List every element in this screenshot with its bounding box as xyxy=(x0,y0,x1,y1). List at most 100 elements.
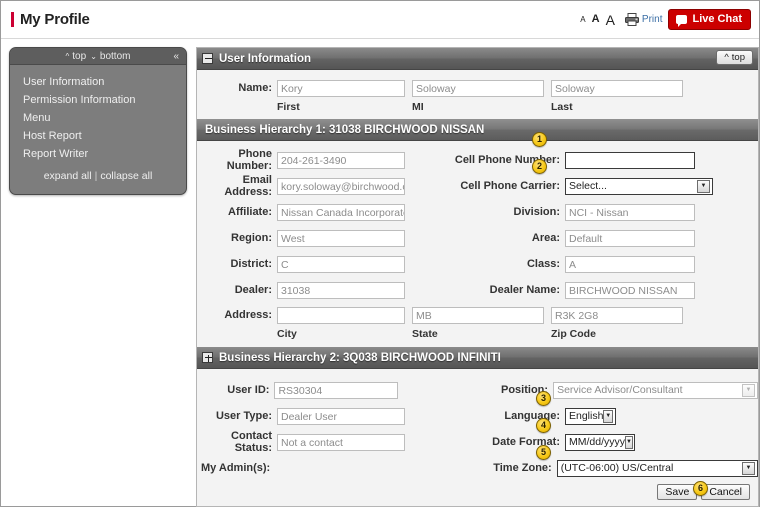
sidebar-header: ^ top ⌄ bottom « xyxy=(10,48,186,65)
zip-code-input[interactable]: R3K 2G8 xyxy=(551,306,683,324)
my-admins-label: My Admin(s): xyxy=(200,462,271,474)
user-type-input[interactable]: Dealer User xyxy=(277,407,405,425)
name-row: Name: Kory Soloway Soloway xyxy=(197,76,758,100)
city-input[interactable] xyxy=(277,306,405,324)
sidebar-items: User Information Permission Information … xyxy=(10,65,186,194)
font-size-small-button[interactable]: A xyxy=(580,15,585,24)
printer-icon xyxy=(624,13,639,26)
area-input[interactable]: Default xyxy=(565,229,695,247)
scroll-to-top-button[interactable]: ^ top xyxy=(716,50,753,65)
chevron-up-icon: ^ xyxy=(724,52,729,63)
cell-phone-carrier-value: Select... xyxy=(569,180,607,192)
phone-row: Phone Number: 204-261-3490 Cell Phone Nu… xyxy=(197,147,758,173)
font-size-medium-button[interactable]: A xyxy=(592,14,600,25)
affiliate-input[interactable]: Nissan Canada Incorporate xyxy=(277,203,405,221)
email-row: Email Address: kory.soloway@birchwood.c … xyxy=(197,173,758,199)
cancel-button[interactable]: Cancel xyxy=(701,484,750,500)
page-title: My Profile xyxy=(20,11,90,28)
phone-number-input[interactable]: 204-261-3490 xyxy=(277,151,405,169)
district-label: District: xyxy=(230,258,272,270)
callout-badge-6: 6 xyxy=(693,481,708,496)
date-format-select[interactable]: MM/dd/yyyy ▼ xyxy=(565,433,635,451)
district-row: District: C Class: A xyxy=(197,251,758,277)
affiliate-row: Affiliate: Nissan Canada Incorporate Div… xyxy=(197,199,758,225)
cell-phone-number-input[interactable] xyxy=(565,151,695,169)
section-header-hierarchy-2[interactable]: Business Hierarchy 2: 3Q038 BIRCHWOOD IN… xyxy=(197,347,758,369)
middle-initial-input[interactable]: Soloway xyxy=(412,79,544,97)
contact-status-label: Contact Status: xyxy=(231,430,272,454)
sidebar-bottom-link[interactable]: ⌄ bottom xyxy=(90,51,130,62)
zip-sub-label: Zip Code xyxy=(551,328,596,340)
position-label: Position: xyxy=(501,384,549,396)
expand-all-link[interactable]: expand all xyxy=(44,170,92,182)
first-name-input[interactable]: Kory xyxy=(277,79,405,97)
dealer-name-input[interactable]: BIRCHWOOD NISSAN xyxy=(565,281,695,299)
area-label: Area: xyxy=(531,232,560,244)
contact-status-row: Contact Status: Not a contact Date Forma… xyxy=(197,429,758,455)
class-input[interactable]: A xyxy=(565,255,695,273)
chevron-down-icon: ▼ xyxy=(742,461,755,475)
cell-phone-carrier-select[interactable]: Select... ▼ xyxy=(565,177,713,195)
account-body: User ID: RS30304 Position: Service Advis… xyxy=(197,369,758,485)
position-value: Service Advisor/Consultant xyxy=(557,384,683,396)
dealer-name-label: Dealer Name: xyxy=(489,284,560,296)
time-zone-value: (UTC-06:00) US/Central xyxy=(560,462,674,474)
save-button[interactable]: Save xyxy=(657,484,698,500)
time-zone-select[interactable]: (UTC-06:00) US/Central ▼ xyxy=(556,459,758,477)
language-select[interactable]: English ▼ xyxy=(565,407,616,425)
top-button-label: top xyxy=(731,52,745,63)
sidebar-top-link[interactable]: ^ top xyxy=(66,51,87,62)
dealer-input[interactable]: 31038 xyxy=(277,281,405,299)
sidebar-item-permission-information[interactable]: Permission Information xyxy=(10,91,186,109)
user-type-row: User Type: Dealer User Language: English… xyxy=(197,403,758,429)
font-size-large-button[interactable]: A xyxy=(606,13,615,27)
address-label: Address: xyxy=(224,309,272,321)
sidebar-item-menu[interactable]: Menu xyxy=(10,109,186,127)
user-type-label: User Type: xyxy=(215,410,272,422)
sidebar-bottom-label: bottom xyxy=(99,50,131,62)
callout-badge-3: 3 xyxy=(536,391,551,406)
city-sub-label: City xyxy=(277,328,297,340)
division-input[interactable]: NCI - Nissan xyxy=(565,203,695,221)
mi-sub-label: MI xyxy=(412,101,424,113)
title-accent-bar xyxy=(11,12,14,27)
my-admins-row: My Admin(s): Time Zone: (UTC-06:00) US/C… xyxy=(197,455,758,481)
sidebar-collapse-icon[interactable]: « xyxy=(173,51,179,62)
user-id-label: User ID: xyxy=(227,384,270,396)
name-label: Name: xyxy=(238,82,272,94)
chevron-down-icon: ▼ xyxy=(697,179,710,193)
phone-number-label: Phone Number: xyxy=(226,148,272,172)
dealer-label: Dealer: xyxy=(234,284,272,296)
live-chat-button[interactable]: Live Chat xyxy=(668,9,751,30)
user-id-input[interactable]: RS30304 xyxy=(274,381,399,399)
top-bar: My Profile A A A Print Live Chat xyxy=(1,1,759,39)
callout-badge-2: 2 xyxy=(532,159,547,174)
my-admins-value xyxy=(275,460,400,477)
expand-plus-icon[interactable] xyxy=(202,352,213,363)
language-value: English xyxy=(569,410,604,422)
sidebar-footer: expand all | collapse all xyxy=(10,163,186,188)
chevron-down-icon: ▼ xyxy=(603,409,613,423)
hierarchy-1-body: Phone Number: 204-261-3490 Cell Phone Nu… xyxy=(197,141,758,347)
sidebar-item-user-information[interactable]: User Information xyxy=(10,73,186,91)
cell-phone-carrier-label: Cell Phone Carrier: xyxy=(460,180,560,192)
collapse-minus-icon[interactable] xyxy=(202,53,213,64)
main-content-panel: User Information ^ top Name: Kory Solowa… xyxy=(196,47,759,507)
page-title-wrap: My Profile xyxy=(11,11,90,28)
last-name-input[interactable]: Soloway xyxy=(551,79,683,97)
sidebar-item-host-report[interactable]: Host Report xyxy=(10,127,186,145)
print-button[interactable]: Print xyxy=(624,13,662,26)
state-input[interactable]: MB xyxy=(412,306,544,324)
contact-status-input[interactable]: Not a contact xyxy=(277,433,405,451)
sidebar-item-report-writer[interactable]: Report Writer xyxy=(10,145,186,163)
email-address-input[interactable]: kory.soloway@birchwood.c xyxy=(277,177,405,195)
name-sub-labels: First MI Last xyxy=(197,100,758,117)
chevron-up-icon: ^ xyxy=(65,51,70,61)
sidebar-nav: ^ top ⌄ bottom « User Information Permis… xyxy=(9,47,187,195)
chat-bubble-icon xyxy=(676,14,688,27)
district-input[interactable]: C xyxy=(277,255,405,273)
region-input[interactable]: West xyxy=(277,229,405,247)
date-format-value: MM/dd/yyyy xyxy=(569,436,626,448)
last-sub-label: Last xyxy=(551,101,573,113)
collapse-all-link[interactable]: collapse all xyxy=(100,170,152,182)
